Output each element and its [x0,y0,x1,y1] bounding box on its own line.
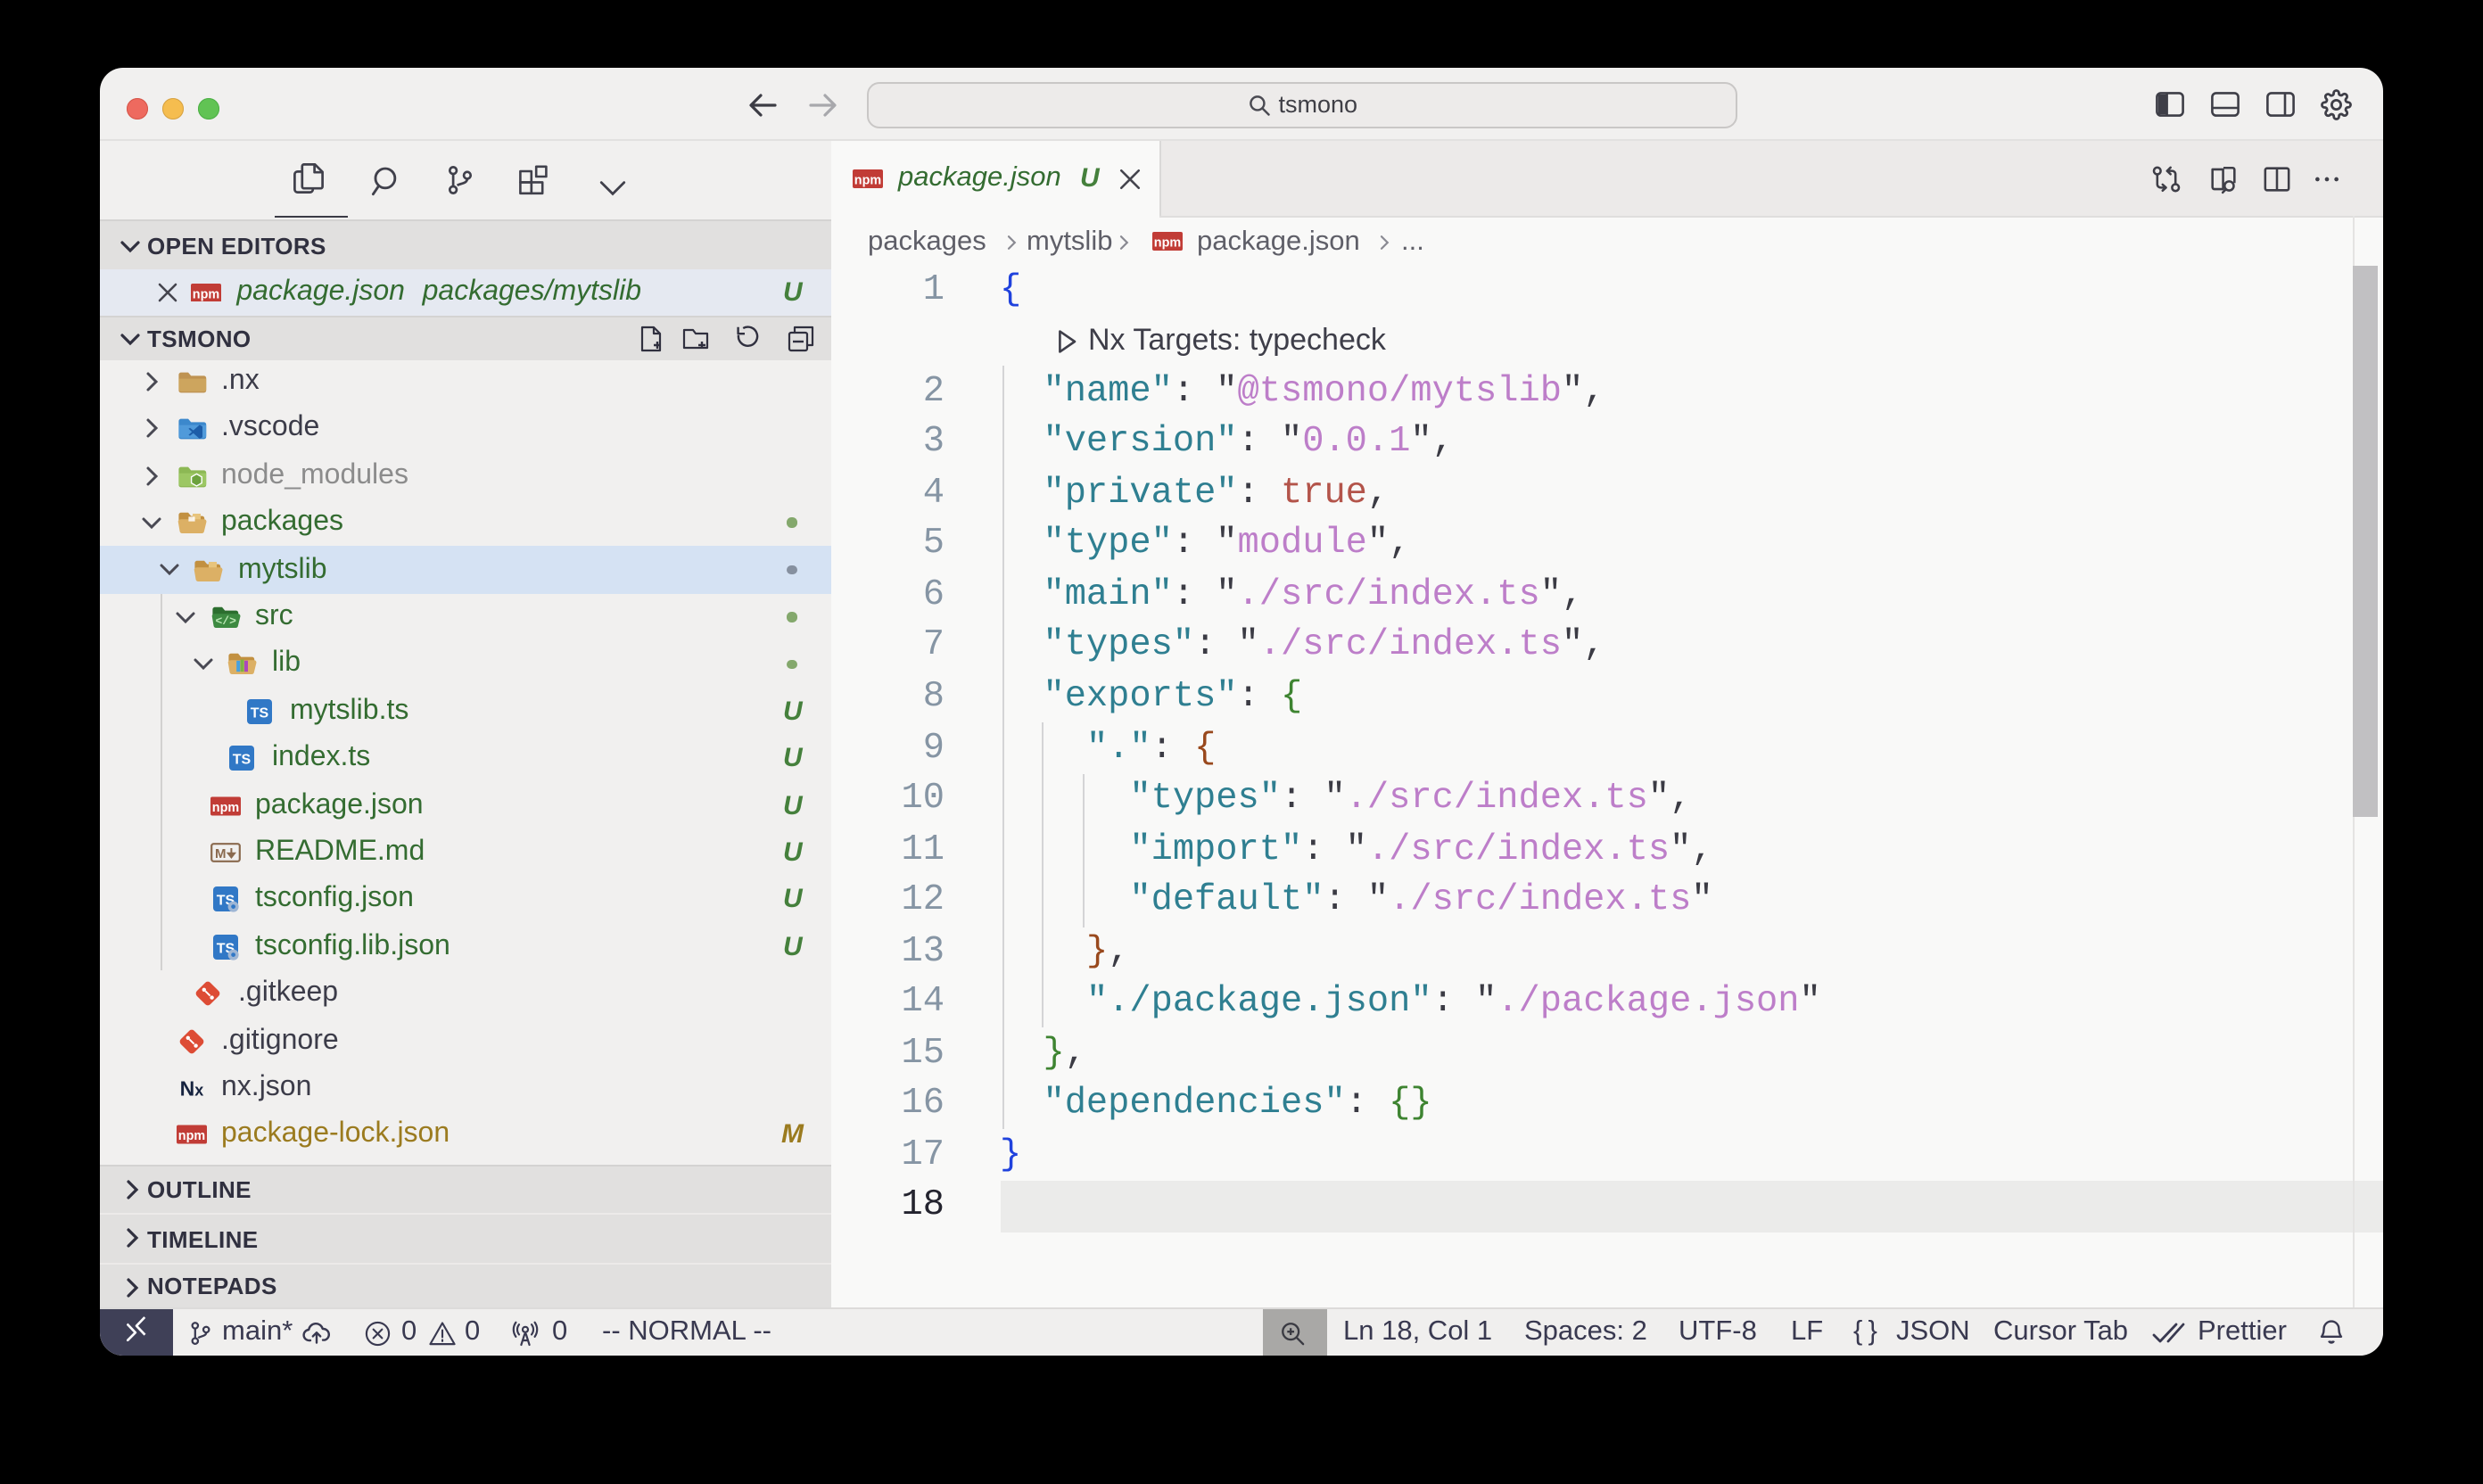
svg-text:M: M [214,846,226,862]
svg-text:npm: npm [193,287,219,301]
svg-text:npm: npm [211,800,238,814]
svg-text:TS: TS [250,705,268,721]
svg-text:npm: npm [1153,235,1180,250]
svg-text:npm: npm [177,1130,204,1144]
svg-text:Nx: Nx [179,1077,203,1101]
svg-text:TS: TS [233,753,252,768]
svg-text:</>: </> [214,614,235,628]
svg-text:npm: npm [854,173,881,187]
